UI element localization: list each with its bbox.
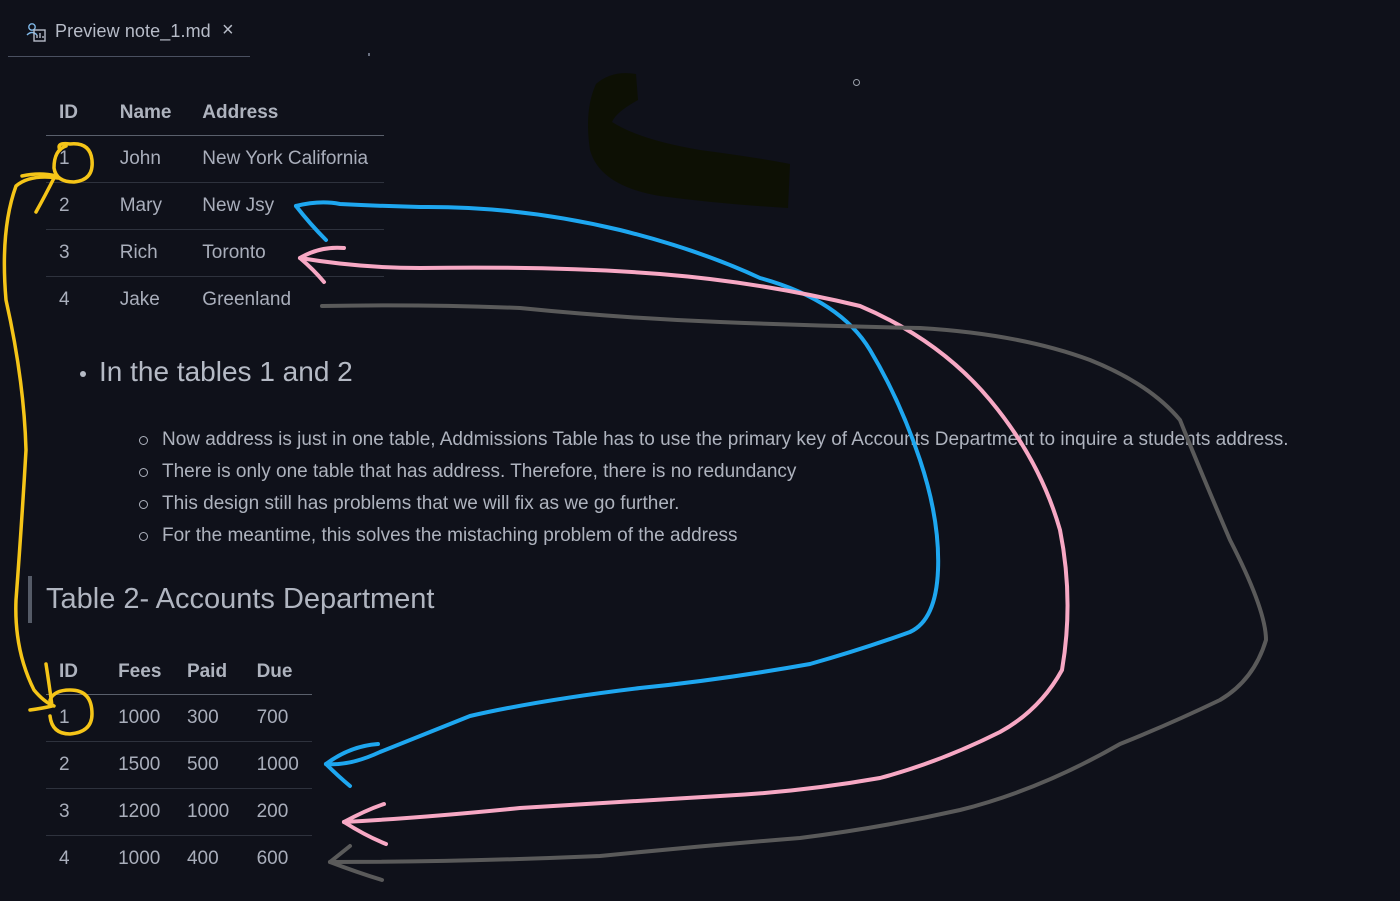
tab-label: Preview note_1.md xyxy=(55,21,211,41)
table-row: 3 1200 1000 200 xyxy=(46,788,312,836)
cell-paid: 400 xyxy=(186,848,219,869)
sub-bullet-list: Now address is just in one table, Addmis… xyxy=(139,424,1289,552)
list-item: This design still has problems that we w… xyxy=(139,488,1289,520)
circle-bullet xyxy=(139,531,148,541)
cell-id: 1 xyxy=(46,135,120,183)
table-row: 4 1000 400 600 xyxy=(46,836,312,883)
cell-address: New York California xyxy=(202,135,384,183)
bullet-item: In the tables 1 and 2 xyxy=(80,356,353,388)
list-item-text: There is only one table that has address… xyxy=(162,461,797,482)
bullet-text: In the tables 1 and 2 xyxy=(99,356,353,387)
students-table: ID Name Address 1 John New York Californ… xyxy=(46,90,384,323)
accounts-table: ID Fees Paid Due 1 1000 300 700 2 1500 5… xyxy=(46,649,312,882)
cell-address: Greenland xyxy=(202,289,292,310)
cell-fees: 1200 xyxy=(118,788,187,836)
column-header-due: Due xyxy=(256,649,312,695)
list-item-text: Now address is just in one table, Addmis… xyxy=(162,429,1289,450)
stray-mark xyxy=(368,53,370,56)
cell-name: John xyxy=(119,135,203,183)
markdown-preview: Preview note_1.md × ID Name Address 1 Jo… xyxy=(0,0,1400,901)
table-row: 1 1000 300 700 xyxy=(46,694,312,742)
cell-due: 700 xyxy=(256,694,312,742)
cell-id: 3 xyxy=(46,788,119,836)
table-row: 4 Jake Greenland xyxy=(46,277,384,324)
table-header-row: ID Name Address xyxy=(46,90,384,136)
cell-fees: 1000 xyxy=(118,694,187,742)
cell-id: 3 xyxy=(46,229,120,277)
column-header-id: ID xyxy=(46,90,120,136)
column-header-name: Name xyxy=(119,90,203,136)
cell-id: 1 xyxy=(46,694,119,742)
cell-id: 4 xyxy=(59,848,70,869)
list-item: Now address is just in one table, Addmis… xyxy=(139,424,1289,456)
preview-icon xyxy=(26,23,46,42)
column-header-paid: Paid xyxy=(186,649,257,695)
circle-bullet xyxy=(139,499,148,509)
cell-name: Mary xyxy=(119,182,203,230)
list-item: There is only one table that has address… xyxy=(139,456,1289,488)
table-row: 3 Rich Toronto xyxy=(46,229,384,277)
bullet-dot xyxy=(80,371,86,377)
cell-address: New Jsy xyxy=(202,182,384,230)
column-header-id: ID xyxy=(46,649,119,695)
table-row: 2 1500 500 1000 xyxy=(46,741,312,789)
list-item-text: For the meantime, this solves the mistac… xyxy=(162,525,738,546)
close-icon[interactable]: × xyxy=(222,19,234,42)
cell-due: 200 xyxy=(256,788,312,836)
column-header-fees: Fees xyxy=(118,649,187,695)
cell-id: 2 xyxy=(46,741,119,789)
column-header-address: Address xyxy=(202,90,384,136)
table-row: 1 John New York California xyxy=(46,135,384,183)
circle-bullet xyxy=(139,467,148,477)
cell-due: 600 xyxy=(256,848,289,869)
cell-name: Rich xyxy=(119,229,203,277)
list-item-text: This design still has problems that we w… xyxy=(162,493,680,514)
section-heading: Table 2- Accounts Department xyxy=(28,576,434,623)
cell-paid: 500 xyxy=(186,741,257,789)
cell-paid: 1000 xyxy=(186,788,257,836)
tab-preview-note[interactable]: Preview note_1.md × xyxy=(8,8,250,57)
stray-circle xyxy=(853,79,860,86)
cell-paid: 300 xyxy=(186,694,257,742)
circle-bullet xyxy=(139,435,148,445)
cell-fees: 1500 xyxy=(118,741,187,789)
gray-arrow xyxy=(320,303,1268,882)
cell-fees: 1000 xyxy=(118,848,161,869)
tab-bar: Preview note_1.md × xyxy=(0,0,1400,58)
cell-address: Toronto xyxy=(202,229,384,277)
table-header-row: ID Fees Paid Due xyxy=(46,649,312,695)
cell-due: 1000 xyxy=(256,741,312,789)
list-item: For the meantime, this solves the mistac… xyxy=(139,520,1289,552)
cell-id: 4 xyxy=(59,289,70,310)
cell-id: 2 xyxy=(46,182,120,230)
table-row: 2 Mary New Jsy xyxy=(46,182,384,230)
scribble-blob xyxy=(588,73,790,208)
cell-name: Jake xyxy=(119,289,160,310)
